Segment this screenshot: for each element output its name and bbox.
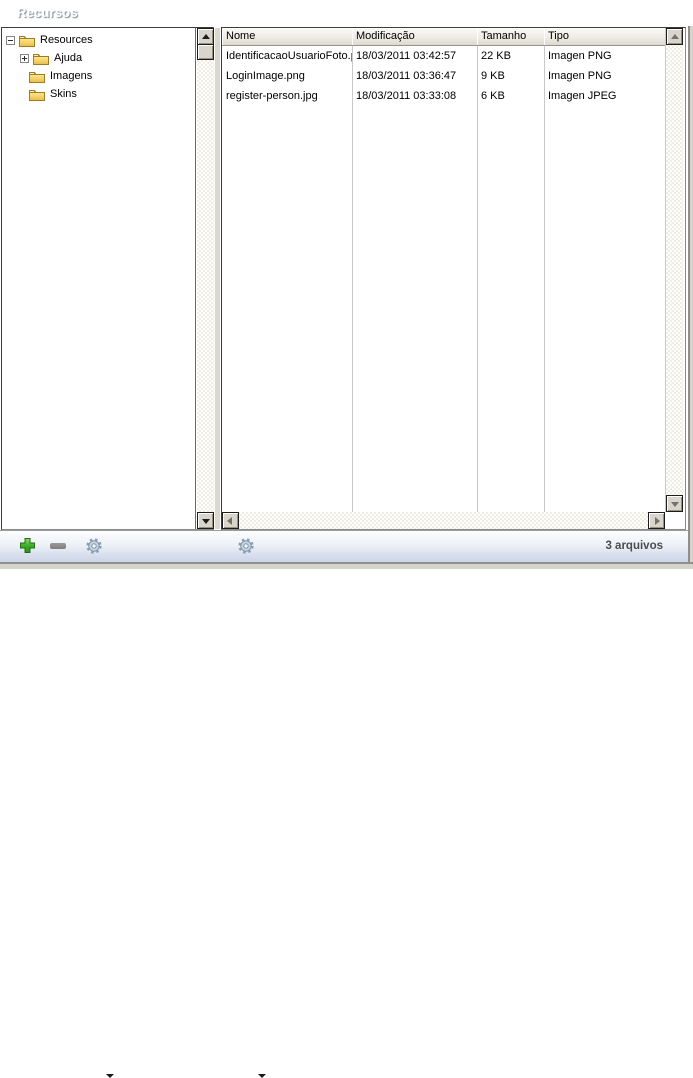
- bottom-toolbar: 3 arquivos: [0, 530, 693, 562]
- column-header-tamanho[interactable]: Tamanho: [477, 28, 544, 46]
- scroll-up-button[interactable]: [197, 28, 214, 45]
- folder-tree-panel: Resources Ajuda Imagens Skins: [1, 27, 214, 530]
- scroll-down-button[interactable]: [666, 495, 683, 512]
- file-list-vertical-scrollbar[interactable]: [666, 28, 683, 512]
- file-row[interactable]: LoginImage.png 18/03/2011 03:36:47 9 KB …: [222, 66, 665, 86]
- window-titlebar: Recursos: [0, 0, 693, 26]
- file-size: 9 KB: [477, 70, 544, 82]
- file-modified: 18/03/2011 03:33:08: [352, 90, 477, 102]
- file-type: Imagen PNG: [544, 50, 665, 62]
- down-arrow-icon: [202, 519, 210, 524]
- settings-button-2 gear-icon[interactable]: [237, 537, 255, 555]
- tree-item-label: Ajuda: [54, 52, 82, 64]
- expand-icon[interactable]: [20, 54, 29, 63]
- file-size: 6 KB: [477, 90, 544, 102]
- left-arrow-icon: [227, 517, 232, 525]
- tree-item-imagens[interactable]: Imagens: [16, 67, 206, 85]
- tree-vertical-scrollbar[interactable]: [195, 28, 213, 529]
- down-arrow-icon: [671, 502, 679, 507]
- tree-item-resources[interactable]: Resources: [2, 31, 192, 49]
- file-list-header: Nome Modificação Tamanho Tipo: [222, 28, 665, 46]
- file-name: LoginImage.png: [222, 70, 352, 82]
- file-name: register-person.jpg: [222, 90, 352, 102]
- file-modified: 18/03/2011 03:36:47: [352, 70, 477, 82]
- window-bottom-border: [0, 562, 693, 569]
- add-button plus-icon[interactable]: [19, 537, 36, 554]
- scroll-left-button[interactable]: [222, 512, 239, 529]
- folder-icon: [29, 70, 45, 83]
- column-header-modificacao[interactable]: Modificação: [352, 28, 477, 46]
- up-arrow-icon: [671, 34, 679, 39]
- window-right-border: [688, 26, 693, 562]
- panel-splitter[interactable]: [215, 28, 220, 529]
- settings-dropdown chevron-down-icon[interactable]: [106, 1074, 114, 1078]
- window-title: Recursos: [17, 5, 78, 20]
- file-count-status: 3 arquivos: [605, 540, 663, 552]
- scrollbar-thumb[interactable]: [197, 44, 214, 60]
- file-type: Imagen JPEG: [544, 90, 665, 102]
- scroll-up-button[interactable]: [666, 28, 683, 45]
- up-arrow-icon: [202, 34, 210, 39]
- file-type: Imagen PNG: [544, 70, 665, 82]
- file-list-panel: Nome Modificação Tamanho Tipo Identifica…: [221, 27, 686, 530]
- tree-item-ajuda[interactable]: Ajuda: [16, 49, 206, 67]
- tree-item-label: Imagens: [50, 70, 92, 82]
- folder-icon: [33, 52, 49, 65]
- column-header-tipo[interactable]: Tipo: [544, 28, 665, 46]
- file-row[interactable]: IdentificacaoUsuarioFoto.p 18/03/2011 03…: [222, 46, 665, 66]
- right-arrow-icon: [655, 517, 660, 525]
- remove-button minus-icon[interactable]: [50, 543, 66, 549]
- file-modified: 18/03/2011 03:42:57: [352, 50, 477, 62]
- column-header-nome[interactable]: Nome: [222, 28, 352, 46]
- scroll-right-button[interactable]: [648, 512, 665, 529]
- folder-icon: [29, 88, 45, 101]
- tree-item-skins[interactable]: Skins: [16, 85, 206, 103]
- tree-item-label: Skins: [50, 88, 77, 100]
- settings-button gear-icon[interactable]: [85, 537, 103, 555]
- scroll-down-button[interactable]: [197, 512, 214, 529]
- scrollbar-track[interactable]: [197, 28, 214, 529]
- folder-icon: [19, 34, 35, 47]
- file-list-horizontal-scrollbar[interactable]: [222, 512, 665, 529]
- settings-dropdown-2 chevron-down-icon[interactable]: [258, 1074, 266, 1078]
- file-name: IdentificacaoUsuarioFoto.p: [222, 50, 352, 62]
- file-list-body: IdentificacaoUsuarioFoto.p 18/03/2011 03…: [222, 46, 665, 106]
- file-row[interactable]: register-person.jpg 18/03/2011 03:33:08 …: [222, 86, 665, 106]
- collapse-icon[interactable]: [6, 36, 15, 45]
- file-size: 22 KB: [477, 50, 544, 62]
- tree-item-label: Resources: [40, 34, 93, 46]
